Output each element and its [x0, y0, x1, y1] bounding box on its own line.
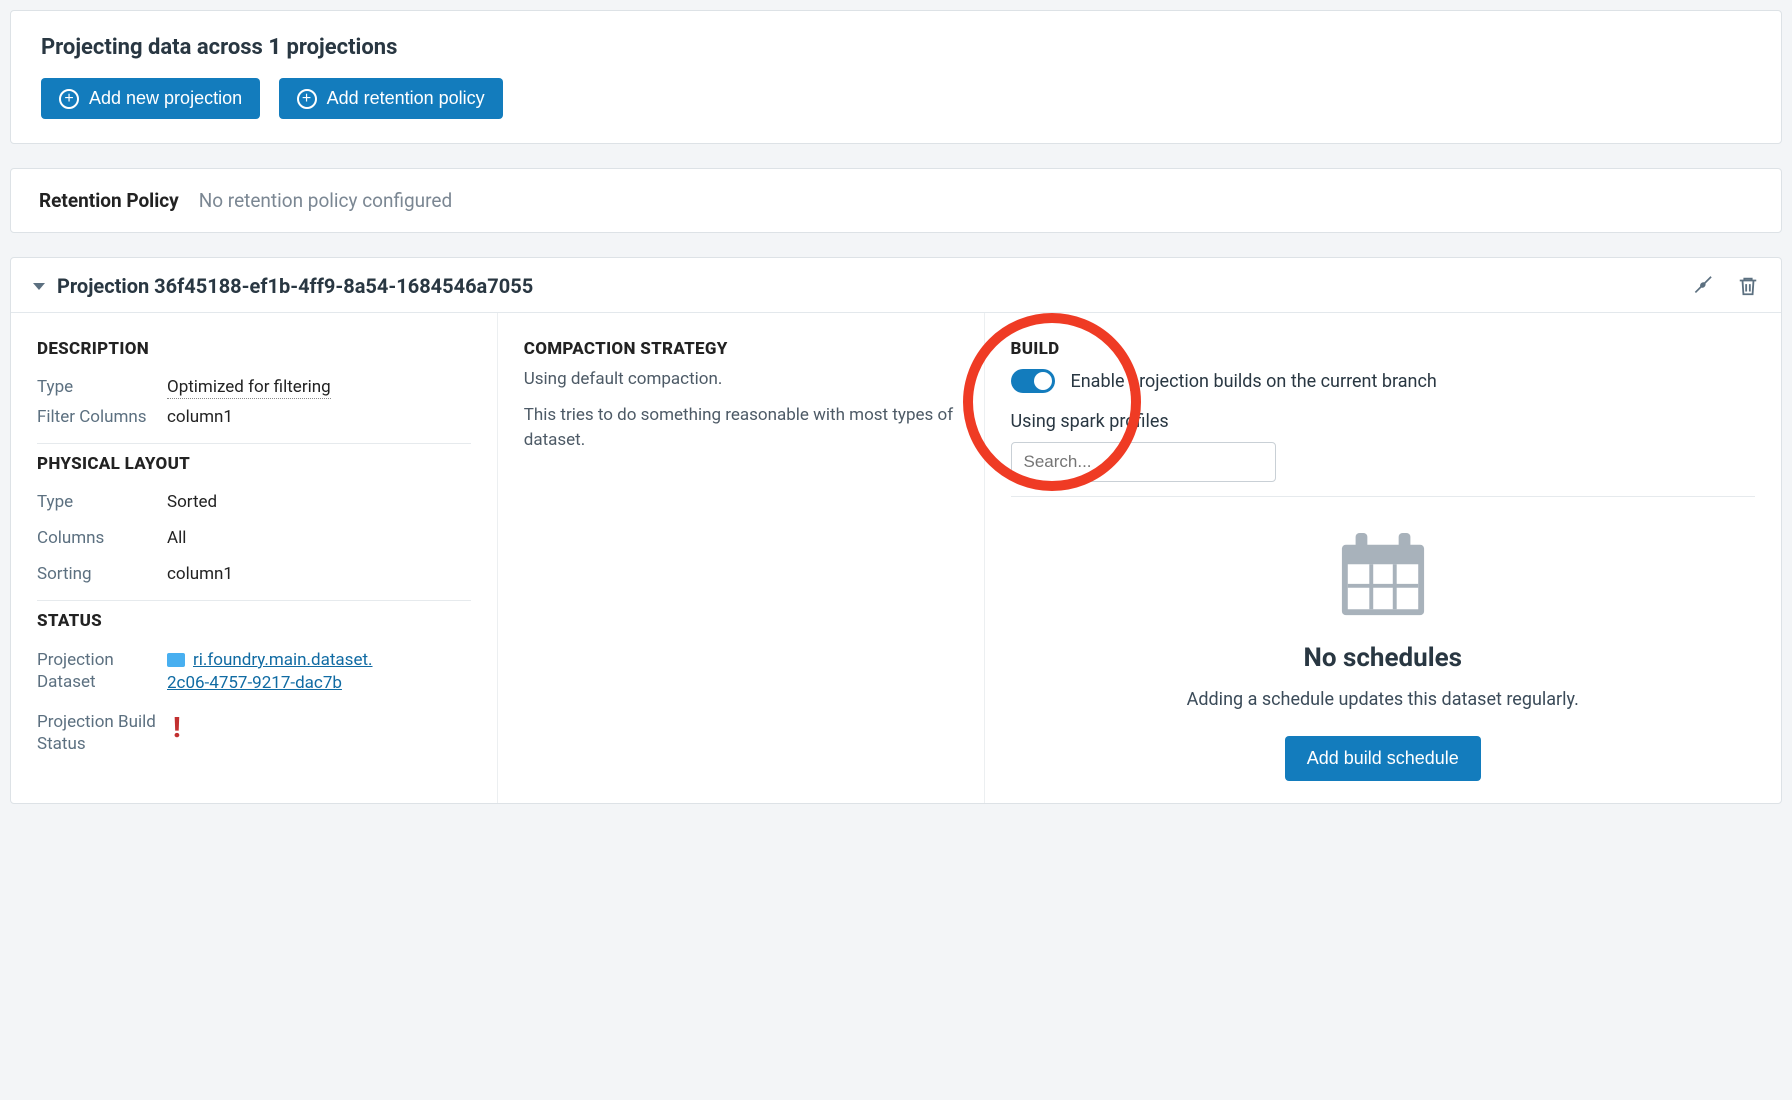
add-retention-policy-button[interactable]: + Add retention policy: [279, 78, 503, 119]
divider: [1011, 496, 1756, 497]
add-retention-label: Add retention policy: [327, 88, 485, 109]
no-schedules-block: No schedules Adding a schedule updates t…: [1011, 525, 1756, 781]
desc-type-label: Type: [37, 377, 167, 397]
compaction-line1: Using default compaction.: [524, 369, 958, 389]
phys-sorting-label: Sorting: [37, 564, 167, 584]
projection-header: Projection 36f45188-ef1b-4ff9-8a54-16845…: [11, 258, 1781, 313]
desc-type-value[interactable]: Optimized for filtering: [167, 377, 331, 399]
add-projection-label: Add new projection: [89, 88, 242, 109]
description-heading: DESCRIPTION: [37, 335, 471, 359]
title-suffix: projections: [281, 35, 397, 60]
build-column: BUILD Enable projection builds on the cu…: [985, 313, 1782, 803]
compaction-line2: This tries to do something reasonable wi…: [524, 403, 958, 452]
status-dataset-value-wrap: ri.foundry.main.dataset. 2c06-4757-9217-d…: [167, 649, 471, 695]
retention-label: Retention Policy: [39, 189, 179, 212]
compaction-column: COMPACTION STRATEGY Using default compac…: [498, 313, 985, 803]
desc-filter-columns-value: column1: [167, 407, 471, 427]
status-dataset-label: Projection Dataset: [37, 649, 167, 693]
status-dataset-row: Projection Dataset ri.foundry.main.datas…: [37, 641, 471, 703]
physical-heading: PHYSICAL LAYOUT: [37, 450, 471, 474]
add-projection-button[interactable]: + Add new projection: [41, 78, 260, 119]
toggle-knob: [1034, 372, 1052, 390]
title-count: 1: [268, 35, 281, 60]
dataset-icon: [167, 653, 185, 667]
retention-value: No retention policy configured: [199, 189, 453, 212]
spark-profiles-search-input[interactable]: [1011, 442, 1276, 482]
phys-type-label: Type: [37, 492, 167, 512]
phys-type-value: Sorted: [167, 492, 471, 512]
desc-type-row: Type Optimized for filtering: [37, 369, 471, 405]
projections-summary-card: Projecting data across 1 projections + A…: [10, 10, 1782, 144]
projection-columns: DESCRIPTION Type Optimized for filtering…: [11, 313, 1781, 803]
enable-builds-label: Enable projection builds on the current …: [1071, 371, 1437, 392]
projection-header-actions: [1693, 274, 1759, 298]
projection-card: Projection 36f45188-ef1b-4ff9-8a54-16845…: [10, 257, 1782, 804]
retention-card: Retention Policy No retention policy con…: [10, 168, 1782, 233]
wrench-icon[interactable]: [1693, 274, 1717, 298]
build-toggle-row: Enable projection builds on the current …: [1011, 369, 1756, 393]
add-build-schedule-button[interactable]: Add build schedule: [1285, 736, 1481, 781]
divider: [37, 443, 471, 444]
spark-profiles-label: Using spark profiles: [1011, 411, 1756, 432]
no-schedules-subtitle: Adding a schedule updates this dataset r…: [1187, 689, 1579, 710]
summary-buttons: + Add new projection + Add retention pol…: [41, 78, 1751, 119]
phys-type-row: Type Sorted: [37, 484, 471, 520]
phys-columns-label: Columns: [37, 528, 167, 548]
status-build-row: Projection Build Status !: [37, 703, 471, 763]
ds-link-line1: ri.foundry.main.dataset.: [193, 650, 373, 670]
status-build-label: Projection Build Status: [37, 711, 167, 755]
projection-title: Projection 36f45188-ef1b-4ff9-8a54-16845…: [57, 274, 533, 298]
build-heading: BUILD: [1011, 335, 1756, 359]
no-schedules-title: No schedules: [1304, 643, 1462, 673]
compaction-heading: COMPACTION STRATEGY: [524, 335, 958, 359]
phys-columns-value: All: [167, 528, 471, 548]
phys-sorting-value: column1: [167, 564, 471, 584]
status-build-value: !: [167, 711, 471, 744]
desc-filter-columns-label: Filter Columns: [37, 407, 167, 427]
plus-circle-icon: +: [59, 89, 79, 109]
caret-down-icon: [33, 283, 45, 290]
phys-sorting-row: Sorting column1: [37, 556, 471, 592]
status-dataset-link[interactable]: ri.foundry.main.dataset. 2c06-4757-9217-d…: [167, 650, 373, 693]
enable-builds-toggle[interactable]: [1011, 369, 1055, 393]
projection-expand-toggle[interactable]: Projection 36f45188-ef1b-4ff9-8a54-16845…: [33, 274, 533, 298]
description-column: DESCRIPTION Type Optimized for filtering…: [11, 313, 498, 803]
divider: [37, 600, 471, 601]
desc-filter-columns-row: Filter Columns column1: [37, 405, 471, 435]
plus-circle-icon: +: [297, 89, 317, 109]
title-prefix: Projecting data across: [41, 35, 268, 60]
phys-columns-row: Columns All: [37, 520, 471, 556]
status-heading: STATUS: [37, 607, 471, 631]
ds-link-line2: 2c06-4757-9217-dac7b: [167, 673, 342, 693]
projections-summary-title: Projecting data across 1 projections: [41, 35, 1751, 60]
calendar-icon: [1334, 531, 1432, 621]
exclamation-icon: !: [173, 711, 181, 744]
trash-icon[interactable]: [1737, 274, 1759, 298]
